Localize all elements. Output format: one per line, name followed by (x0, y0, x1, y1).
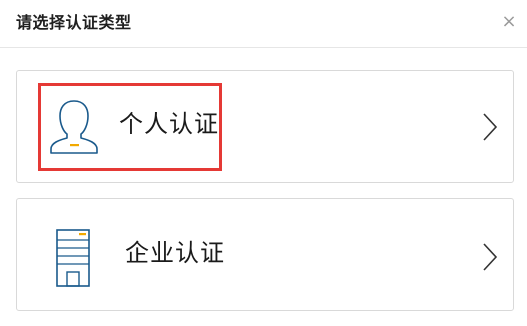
personal-auth-option[interactable]: 个人认证 (16, 70, 514, 183)
close-icon[interactable]: × (499, 12, 519, 32)
dialog-title: 请选择认证类型 (16, 13, 132, 32)
auth-type-dialog: 请选择认证类型 × 个人认证 企业认证 (0, 0, 527, 326)
personal-auth-label: 个人认证 (119, 110, 219, 138)
enterprise-auth-option[interactable]: 企业认证 (16, 198, 514, 311)
person-icon (50, 100, 98, 154)
enterprise-auth-label: 企业认证 (125, 239, 225, 267)
building-icon (56, 229, 90, 287)
chevron-right-icon (483, 113, 498, 141)
chevron-right-icon (483, 243, 498, 271)
dialog-header: 请选择认证类型 × (0, 0, 527, 48)
